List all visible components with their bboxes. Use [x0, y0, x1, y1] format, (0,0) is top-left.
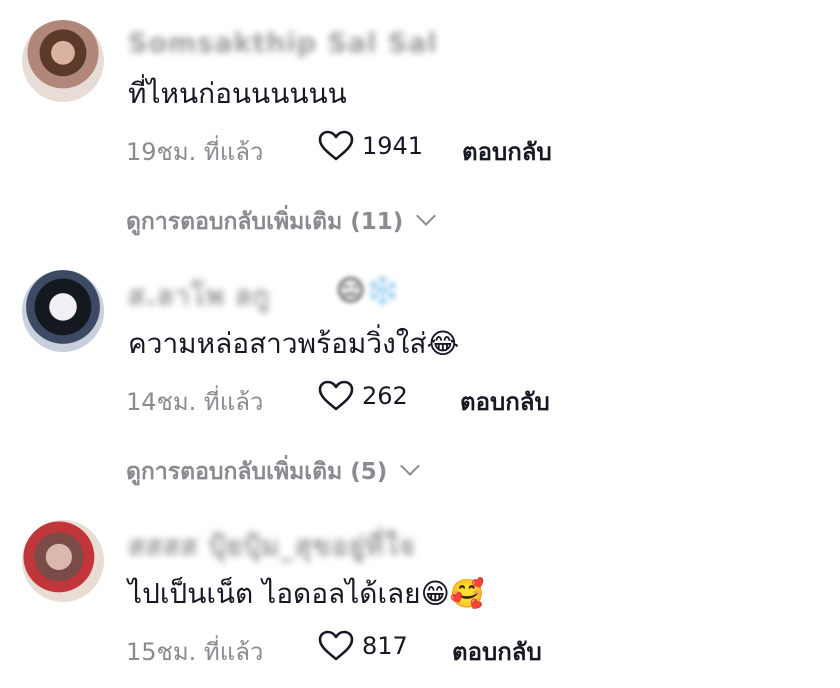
reply-button[interactable]: ตอบกลับ: [460, 382, 550, 421]
avatar[interactable]: [22, 20, 104, 102]
chevron-down-icon: [400, 456, 421, 476]
view-replies-label: ดูการตอบกลับเพิ่มเติม (5): [126, 459, 388, 485]
heart-outline-icon[interactable]: [318, 630, 354, 662]
chevron-down-icon: [416, 206, 437, 226]
avatar[interactable]: [22, 270, 104, 352]
view-replies-label: ดูการตอบกลับเพิ่มเติม (11): [126, 209, 404, 235]
heart-outline-icon[interactable]: [318, 130, 354, 162]
comment-username[interactable]: ส.ลาโพ ลกู: [128, 274, 270, 317]
view-more-replies[interactable]: ดูการตอบกลับเพิ่มเติม (5): [126, 454, 421, 490]
reply-button[interactable]: ตอบกลับ: [452, 632, 542, 671]
comment-username[interactable]: Somsakthip Sal Sal: [128, 28, 438, 59]
avatar[interactable]: [22, 520, 104, 602]
comment-text: ไปเป็นเน็ต ไอดอลได้เลย😁🥰: [128, 577, 485, 610]
view-more-replies[interactable]: ดูการตอบกลับเพิ่มเติม (11): [126, 204, 437, 240]
heart-outline-icon[interactable]: [318, 380, 354, 412]
comment-timestamp: 14ชม. ที่แล้ว: [126, 388, 264, 416]
like-count: 262: [362, 382, 408, 410]
comment-text: ความหล่อสาวพร้อมวิ่งใส่😂: [128, 327, 460, 360]
comment-text: ที่ไหนก่อนนนนนน: [128, 77, 347, 110]
comment-timestamp: 15ชม. ที่แล้ว: [126, 638, 264, 666]
like-count: 1941: [362, 132, 424, 160]
reply-button[interactable]: ตอบกลับ: [462, 132, 552, 171]
username-emoji: 😑❄️: [336, 274, 401, 307]
comment-timestamp: 19ชม. ที่แล้ว: [126, 138, 264, 166]
like-count: 817: [362, 632, 408, 660]
comment-username[interactable]: สสสส ปุ้ยปุ้ม_สุขอยู่ที่ใจ: [128, 524, 416, 567]
